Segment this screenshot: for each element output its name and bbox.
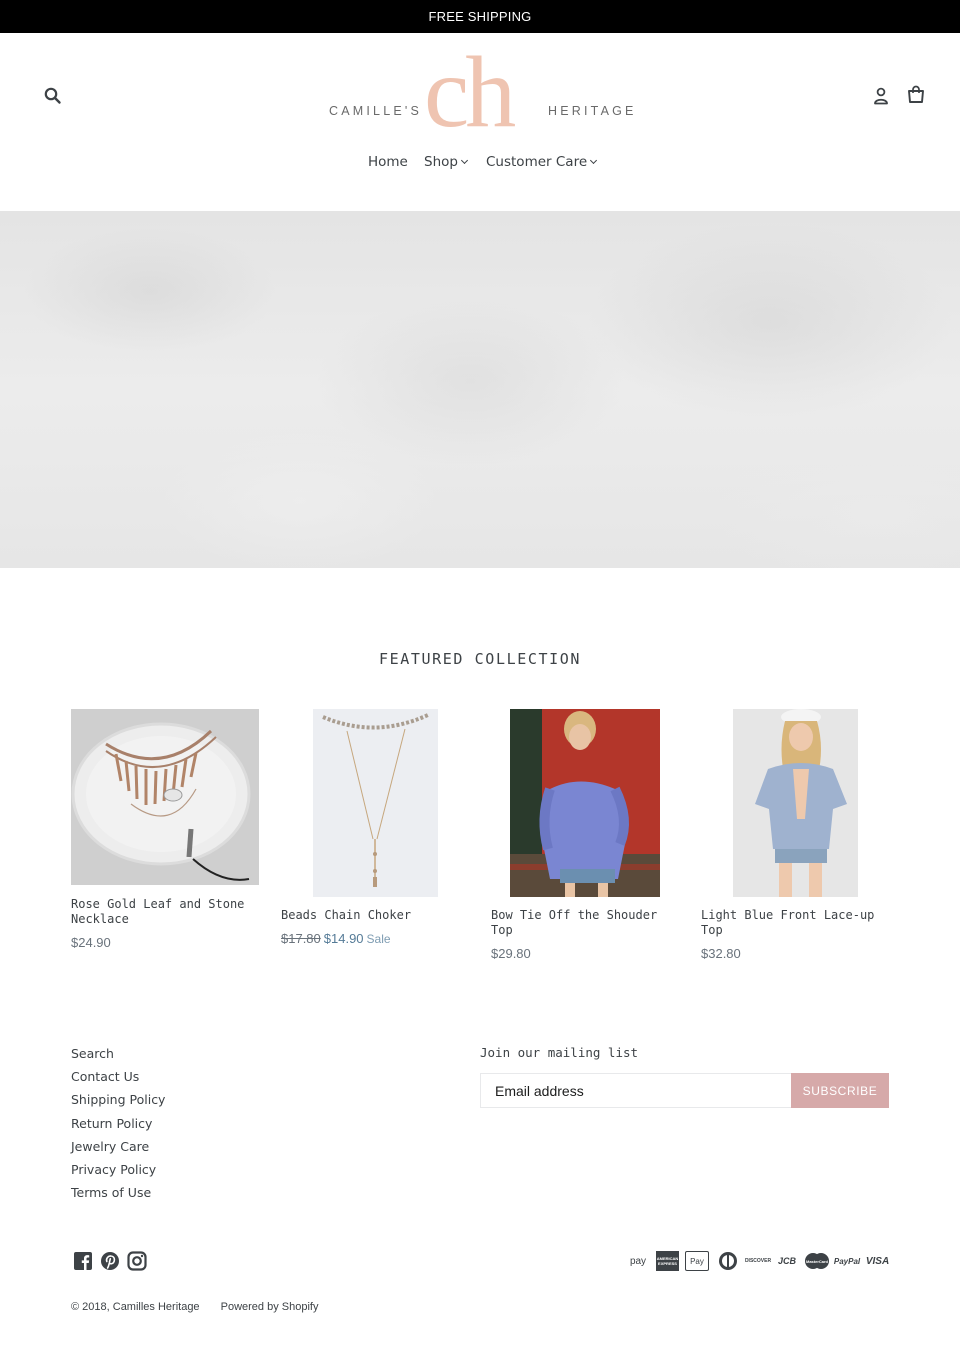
footer-link-jewelry-care[interactable]: Jewelry Care [71,1139,165,1162]
product-price: $29.80 [491,946,531,961]
product-image[interactable] [71,709,259,885]
logo-right-word: HERITAGE [548,104,637,118]
main-nav: Home Shop Customer Care [0,154,960,174]
chevron-down-icon [590,156,598,165]
sale-label: Sale [366,932,391,946]
product-price: $32.80 [701,946,741,961]
cart-icon[interactable] [906,85,926,105]
announcement-text: FREE SHIPPING [428,9,532,24]
diners-club-icon [719,1252,737,1270]
nav-home-label: Home [368,154,408,170]
nav-customer-care[interactable]: Customer Care [486,154,598,170]
footer-link-privacy[interactable]: Privacy Policy [71,1162,165,1185]
amex-icon: AMERICAN EXPRESS [656,1251,679,1271]
chevron-down-icon [460,156,469,165]
user-icon[interactable] [872,86,890,106]
product-title[interactable]: Beads Chain Choker [281,908,469,923]
footer-link-shipping[interactable]: Shipping Policy [71,1092,165,1115]
price-value: $24.90 [71,935,111,950]
price-value: $29.80 [491,946,531,961]
price-original: $17.80 [281,931,321,946]
copyright-text: © 2018, Camilles Heritage [71,1301,200,1313]
visa-label: VISA [865,1255,890,1267]
product-title[interactable]: Bow Tie Off the Shouder Top [491,908,679,938]
jcb-icon: JCB [775,1251,799,1271]
nav-home[interactable]: Home [368,154,408,170]
mastercard-icon: MasterCard [804,1251,830,1271]
logo-monogram: ch [424,36,516,149]
powered-by-link[interactable]: Powered by Shopify [221,1301,319,1313]
price-value: $32.80 [701,946,741,961]
footer-link-return[interactable]: Return Policy [71,1116,165,1139]
footer-link-contact[interactable]: Contact Us [71,1069,165,1092]
product-title[interactable]: Rose Gold Leaf and Stone Necklace [71,897,259,927]
subscribe-button[interactable]: SUBSCRIBE [791,1073,889,1108]
instagram-icon[interactable] [127,1251,147,1271]
hero-banner [0,211,960,568]
discover-label: DISCOVER [744,1258,772,1264]
mastercard-label: MasterCard [805,1258,828,1264]
apple-pay-icon: Pay [685,1251,709,1271]
nav-customer-care-label: Customer Care [486,154,588,170]
footer-link-search[interactable]: Search [71,1046,165,1069]
paypal-label: PayPal [833,1256,861,1266]
pinterest-icon[interactable] [100,1251,120,1271]
footer-link-terms[interactable]: Terms of Use [71,1185,165,1208]
product-price: $17.80 $14.90 Sale [281,931,391,946]
amazon-pay-icon: pay [626,1251,650,1271]
product-price: $24.90 [71,935,111,950]
email-field[interactable] [480,1073,792,1108]
facebook-icon[interactable] [73,1251,93,1271]
amex-label: AMERICAN EXPRESS [656,1256,679,1266]
price-sale: $14.90 [323,931,364,946]
search-icon[interactable] [43,86,63,106]
paypal-icon: PayPal [834,1251,860,1271]
apple-pay-label: Pay [690,1256,704,1266]
announcement-bar: FREE SHIPPING [0,0,960,33]
mailing-list-title: Join our mailing list [480,1045,639,1060]
copyright: © 2018, Camilles Heritage Powered by Sho… [71,1301,336,1313]
product-title[interactable]: Light Blue Front Lace-up Top [701,908,889,938]
product-image[interactable] [313,709,438,897]
product-image[interactable] [510,709,660,897]
visa-icon: VISA [865,1251,890,1271]
footer-links: Search Contact Us Shipping Policy Return… [71,1046,165,1208]
nav-shop[interactable]: Shop [424,154,469,170]
nav-shop-label: Shop [424,154,458,170]
product-image[interactable] [733,709,858,897]
discover-icon: DISCOVER [744,1251,772,1271]
logo-left-word: CAMILLE'S [329,104,423,118]
amazon-pay-label: pay [629,1255,647,1267]
site-logo[interactable]: CAMILLE'S ch HERITAGE [320,42,640,144]
section-title: FEATURED COLLECTION [379,650,581,668]
jcb-label: JCB [777,1256,796,1266]
